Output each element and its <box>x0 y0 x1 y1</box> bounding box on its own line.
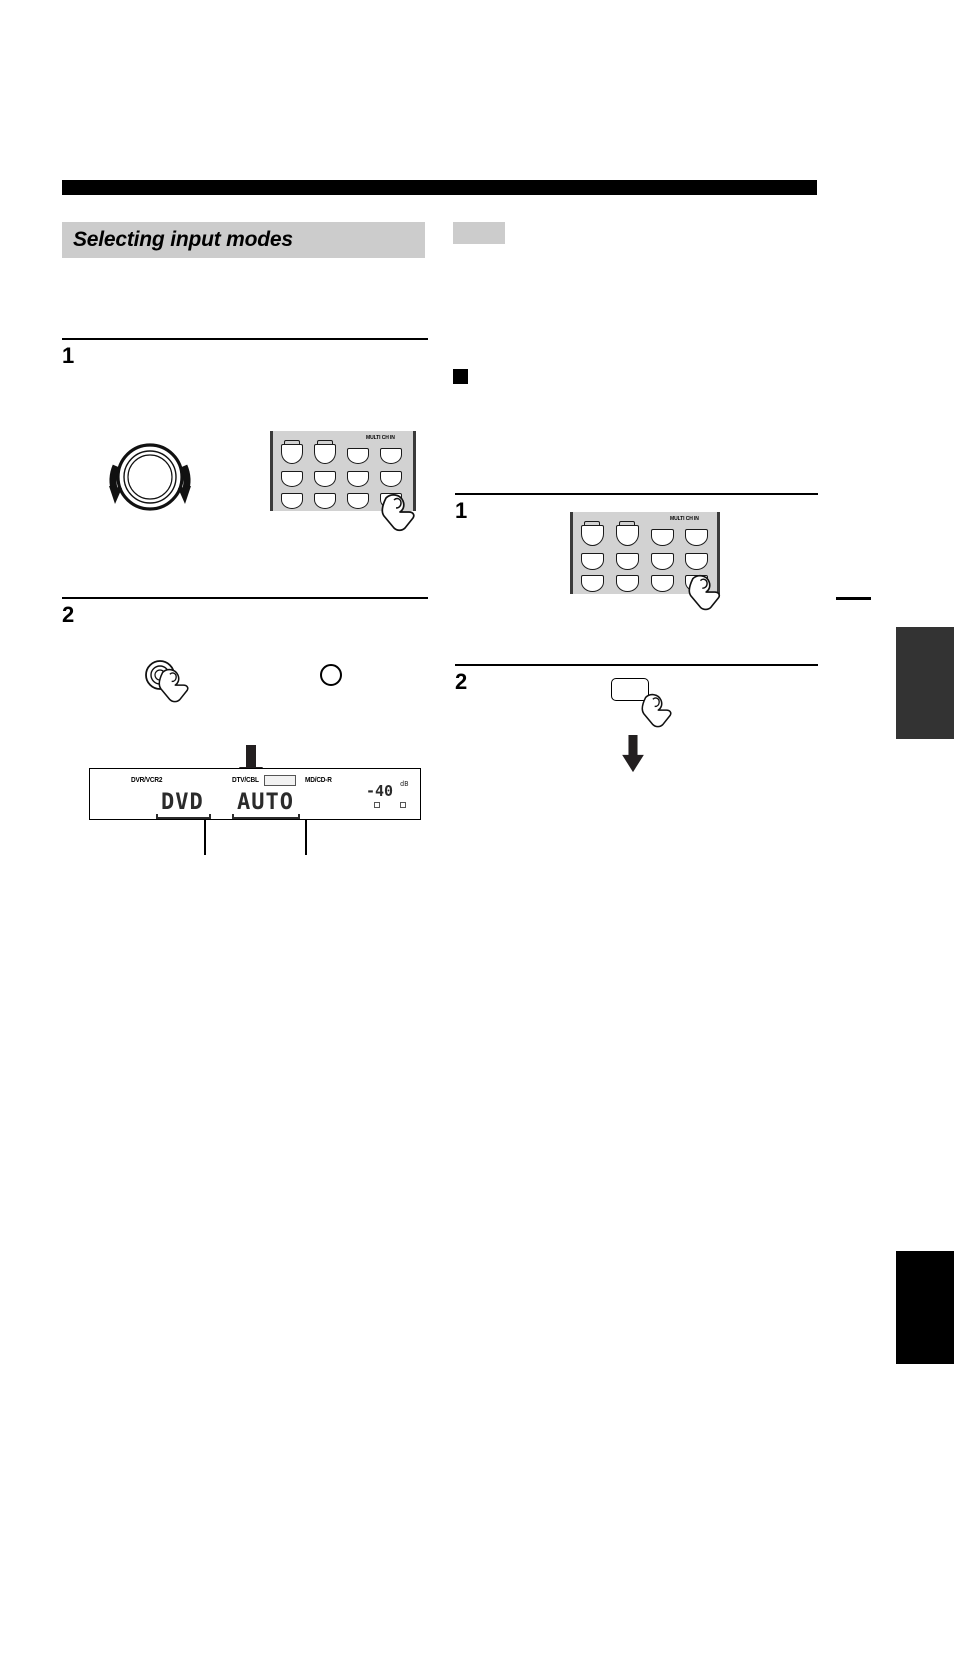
display-input-text: DVD <box>161 790 204 815</box>
round-button-press-icon[interactable] <box>142 658 182 698</box>
display-tick-2 <box>209 814 211 819</box>
keypad-key-r3c1[interactable] <box>281 493 303 509</box>
left-step1-number: 1 <box>62 343 75 368</box>
keypad2-key-r1c4-multi-ch-in[interactable] <box>685 529 708 546</box>
front-panel-display: DVR/VCR2 DTV/CBL MD/CD-R DVD AUTO -40 dB <box>89 768 421 820</box>
keypad2-left-edge <box>570 512 573 594</box>
right-step2-rule <box>455 664 818 666</box>
keypad-key-r2c2[interactable] <box>314 471 336 487</box>
display-tick-4 <box>298 814 300 819</box>
display-blank-box <box>264 775 296 786</box>
display-volume-value: -40 <box>366 782 394 800</box>
right-step1-number: 1 <box>455 498 468 523</box>
rounded-rect-button[interactable] <box>611 678 649 701</box>
display-mode-text: AUTO <box>237 790 294 815</box>
remote-keypad-icon[interactable]: MULTI CH IN <box>270 431 416 511</box>
display-led-1 <box>374 802 380 808</box>
keypad-key-r3c2[interactable] <box>314 493 336 509</box>
manual-page: Selecting input modes 1 MULTI CH IN 2 DV… <box>0 0 954 1656</box>
left-step2-rule <box>62 597 428 599</box>
page-top-rule <box>62 180 817 195</box>
edge-tab-lower <box>896 1251 954 1364</box>
note-chip <box>453 222 505 244</box>
plain-circle-icon <box>320 664 342 686</box>
keypad-right-edge <box>413 431 416 511</box>
keypad2-key-r3c4-pressed[interactable] <box>685 575 708 592</box>
keypad-key-r3c3[interactable] <box>347 493 369 509</box>
keypad-key-r1c4-multi-ch-in[interactable] <box>380 448 402 464</box>
keypad-key-r1c2[interactable] <box>314 444 336 464</box>
keypad-key-r1c1[interactable] <box>281 444 303 464</box>
keypad2-key-r1c3[interactable] <box>651 529 674 546</box>
keypad2-right-edge <box>717 512 720 594</box>
keypad-left-edge <box>270 431 273 511</box>
display-volume-unit: dB <box>400 780 409 788</box>
display-indicator-dvr-vcr2: DVR/VCR2 <box>131 776 163 785</box>
display-indicator-md-cdr: MD/CD-R <box>305 776 332 785</box>
keypad2-key-r3c1[interactable] <box>581 575 604 592</box>
callout-leader-1 <box>204 820 206 855</box>
display-underline-2 <box>232 817 300 819</box>
display-indicator-dtv-cbl: DTV/CBL <box>232 776 259 785</box>
keypad2-key-r2c3[interactable] <box>651 553 674 570</box>
keypad-key-r2c1[interactable] <box>281 471 303 487</box>
keypad-key-r2c4[interactable] <box>380 471 402 487</box>
keypad2-key-r2c4[interactable] <box>685 553 708 570</box>
keypad2-key-r3c2[interactable] <box>616 575 639 592</box>
multi-ch-in-label-2: MULTI CH IN <box>670 515 699 523</box>
multi-ch-in-label: MULTI CH IN <box>366 434 395 442</box>
left-step2-number: 2 <box>62 602 75 627</box>
keypad2-key-r2c2[interactable] <box>616 553 639 570</box>
keypad2-key-r1c2[interactable] <box>616 525 639 546</box>
rotary-knob-icon <box>95 432 205 522</box>
remote-keypad-icon-2[interactable]: MULTI CH IN <box>570 512 720 594</box>
display-led-2 <box>400 802 406 808</box>
left-step1-rule <box>62 338 428 340</box>
down-arrow-icon-2 <box>621 735 645 778</box>
keypad-key-r2c3[interactable] <box>347 471 369 487</box>
page-title: Selecting input modes <box>73 228 293 251</box>
callout-leader-2 <box>305 820 307 855</box>
edge-rule <box>836 597 871 600</box>
right-step2-number: 2 <box>455 669 468 694</box>
keypad-key-r3c4-pressed[interactable] <box>380 493 402 509</box>
keypad2-key-r1c1[interactable] <box>581 525 604 546</box>
keypad2-key-r2c1[interactable] <box>581 553 604 570</box>
edge-tab-upper <box>896 627 954 739</box>
section-heading-band: Selecting input modes <box>62 222 425 258</box>
keypad2-key-r3c3[interactable] <box>651 575 674 592</box>
keypad-key-r1c3[interactable] <box>347 448 369 464</box>
bullet-square-icon <box>453 369 468 384</box>
right-step1-rule <box>455 493 818 495</box>
display-underline-1 <box>156 817 211 819</box>
